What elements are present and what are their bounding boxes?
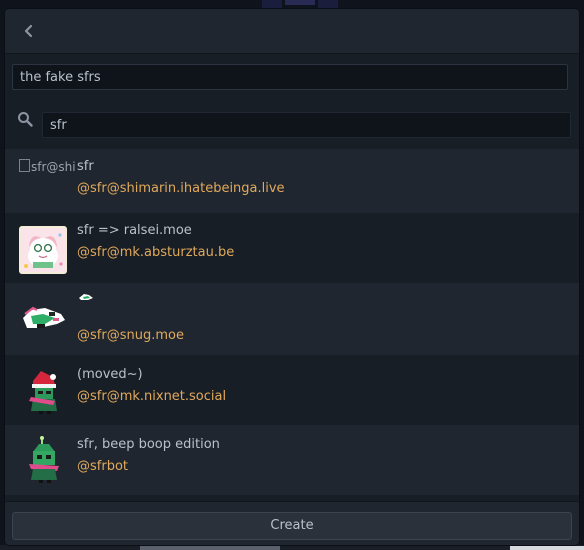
ralsei-mini-emoji xyxy=(79,294,93,300)
account-handle: @sfr@snug.moe xyxy=(77,328,184,343)
account-result-row[interactable]: sfr => ralsei.moe @sfr@mk.absturztau.be xyxy=(5,213,579,283)
broken-image-icon xyxy=(19,159,30,172)
search-icon xyxy=(18,112,33,127)
ralsei-bot-avatar xyxy=(29,436,59,483)
account-result-row[interactable]: @sfr@snug.moe xyxy=(5,283,579,355)
create-button[interactable]: Create xyxy=(12,512,572,540)
account-handle: @sfrbot xyxy=(77,459,128,474)
account-display-name: (moved~) xyxy=(77,367,143,382)
back-button[interactable] xyxy=(19,21,39,41)
account-display-name: sfr => ralsei.moe xyxy=(77,223,192,238)
list-editor-dialog: sfr@shi sfr @sfr@shimarin.ihatebeinga.li… xyxy=(5,9,579,545)
search-results-list: sfr@shi sfr @sfr@shimarin.ihatebeinga.li… xyxy=(5,149,579,495)
chevron-left-icon xyxy=(24,24,33,38)
ralsei-santa-hat-avatar xyxy=(29,371,57,414)
account-display-name: sfr, beep boop edition xyxy=(77,437,220,452)
ralsei-art-avatar xyxy=(19,226,67,274)
list-name-input[interactable] xyxy=(12,64,568,90)
account-result-row[interactable]: sfr@shi sfr @sfr@shimarin.ihatebeinga.li… xyxy=(5,149,579,213)
account-result-row[interactable]: sfr, beep boop edition @sfrbot xyxy=(5,425,579,495)
ralsei-lying-avatar xyxy=(23,306,65,328)
account-result-row[interactable]: (moved~) @sfr@mk.nixnet.social xyxy=(5,355,579,425)
account-handle: @sfr@shimarin.ihatebeinga.live xyxy=(77,181,285,196)
account-handle: @sfr@mk.absturztau.be xyxy=(77,245,235,260)
dialog-footer: Create xyxy=(5,501,579,545)
search-input[interactable] xyxy=(42,112,571,138)
account-handle: @sfr@mk.nixnet.social xyxy=(77,389,227,404)
account-display-name: sfr xyxy=(77,159,94,174)
avatar-broken-image: sfr@shi xyxy=(19,159,76,174)
dialog-header xyxy=(5,9,579,54)
